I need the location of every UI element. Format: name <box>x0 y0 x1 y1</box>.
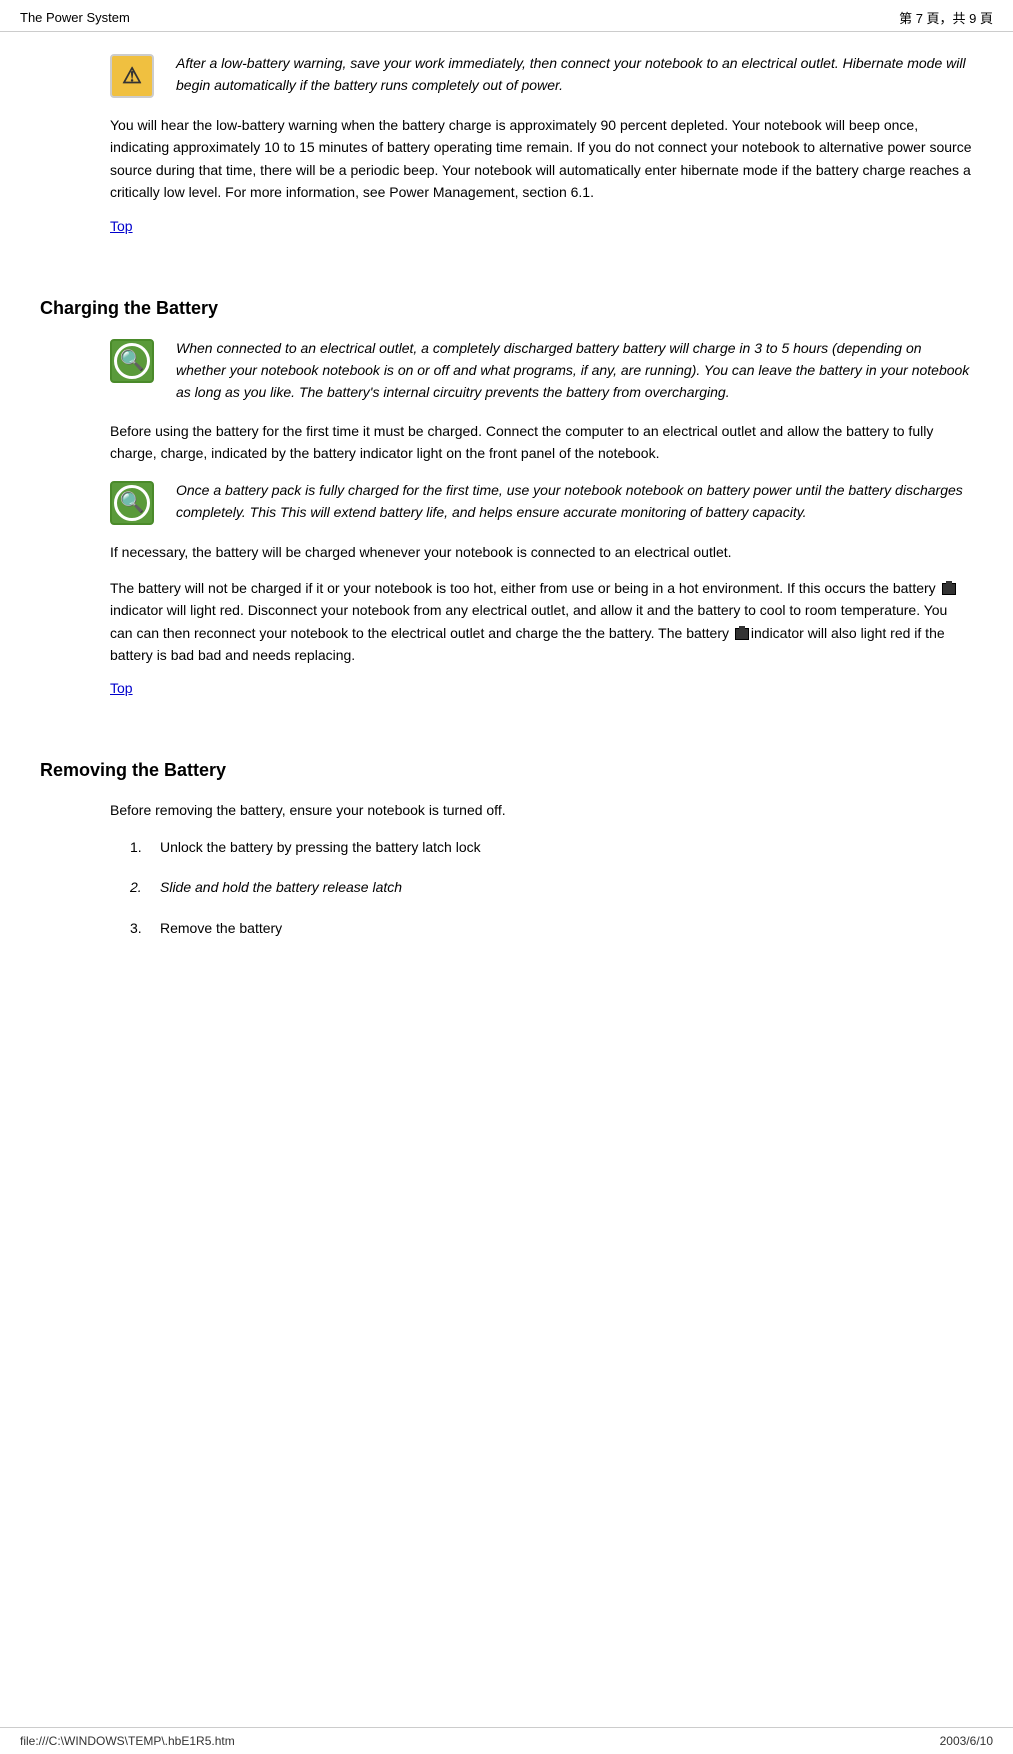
charging-note1-icon <box>110 339 154 383</box>
warning-text1: You will hear the low-battery warning wh… <box>110 114 973 204</box>
charging-paragraph3: The battery will not be charged if it or… <box>110 577 973 667</box>
page-footer: file:///C:\WINDOWS\TEMP\.hbE1R5.htm 2003… <box>0 1727 1013 1754</box>
charging-note2-icon <box>110 481 154 525</box>
battery-indicator-2 <box>735 628 749 640</box>
charging-text3-part1: The battery will not be charged if it or… <box>110 580 940 596</box>
removing-steps-list: 1.Unlock the battery by pressing the bat… <box>110 836 973 939</box>
top-link-1[interactable]: Top <box>110 218 133 234</box>
top-link-2[interactable]: Top <box>110 680 133 696</box>
charging-note2-text: Once a battery pack is fully charged for… <box>176 479 973 524</box>
top-link-container-1: Top <box>110 218 973 254</box>
list-text-2: Slide and hold the battery release latch <box>160 876 973 898</box>
charging-note1-block: When connected to an electrical outlet, … <box>110 337 973 404</box>
warning-icon: ⚠ <box>110 54 154 98</box>
list-number-1: 1. <box>130 836 160 858</box>
list-item: 1.Unlock the battery by pressing the bat… <box>130 836 973 858</box>
list-item: 2.Slide and hold the battery release lat… <box>130 876 973 898</box>
warning-italic-text: After a low-battery warning, save your w… <box>176 52 973 97</box>
page-content: ⚠ After a low-battery warning, save your… <box>0 32 1013 987</box>
removing-section: Removing the Battery Before removing the… <box>40 760 973 939</box>
list-text-3: Remove the battery <box>160 917 973 939</box>
warning-section: ⚠ After a low-battery warning, save your… <box>40 52 973 254</box>
list-number-2: 2. <box>130 876 160 898</box>
charging-note2-block: Once a battery pack is fully charged for… <box>110 479 973 525</box>
warning-block: ⚠ After a low-battery warning, save your… <box>110 52 973 98</box>
list-text-1: Unlock the battery by pressing the batte… <box>160 836 973 858</box>
page-header: The Power System 第 7 頁，共 9 頁 <box>0 0 1013 32</box>
removing-intro-block: Before removing the battery, ensure your… <box>110 799 973 821</box>
document-title: The Power System <box>20 10 130 25</box>
charging-text1: Before using the battery for the first t… <box>110 420 973 465</box>
list-number-3: 3. <box>130 917 160 939</box>
removing-heading: Removing the Battery <box>40 760 973 781</box>
footer-filepath: file:///C:\WINDOWS\TEMP\.hbE1R5.htm <box>20 1734 235 1748</box>
charging-content: When connected to an electrical outlet, … <box>40 337 973 717</box>
charging-note1-text: When connected to an electrical outlet, … <box>176 337 973 404</box>
charging-text3: The battery will not be charged if it or… <box>110 577 973 667</box>
top-link-container-2: Top <box>110 680 973 716</box>
list-item: 3.Remove the battery <box>130 917 973 939</box>
removing-intro: Before removing the battery, ensure your… <box>110 799 973 821</box>
warning-icon-box: ⚠ <box>110 54 160 98</box>
removing-content: Before removing the battery, ensure your… <box>40 799 973 939</box>
charging-paragraph2: If necessary, the battery will be charge… <box>110 541 973 563</box>
battery-indicator-1 <box>942 583 956 595</box>
charging-heading: Charging the Battery <box>40 298 973 319</box>
footer-date: 2003/6/10 <box>940 1734 993 1748</box>
charging-text2: If necessary, the battery will be charge… <box>110 541 973 563</box>
charging-paragraph1: Before using the battery for the first t… <box>110 420 973 465</box>
warning-paragraph1: You will hear the low-battery warning wh… <box>110 114 973 204</box>
charging-note1-icon-box <box>110 339 160 383</box>
charging-section: Charging the Battery When connected to a… <box>40 298 973 717</box>
charging-note2-icon-box <box>110 481 160 525</box>
page-number: 第 7 頁，共 9 頁 <box>899 8 993 27</box>
